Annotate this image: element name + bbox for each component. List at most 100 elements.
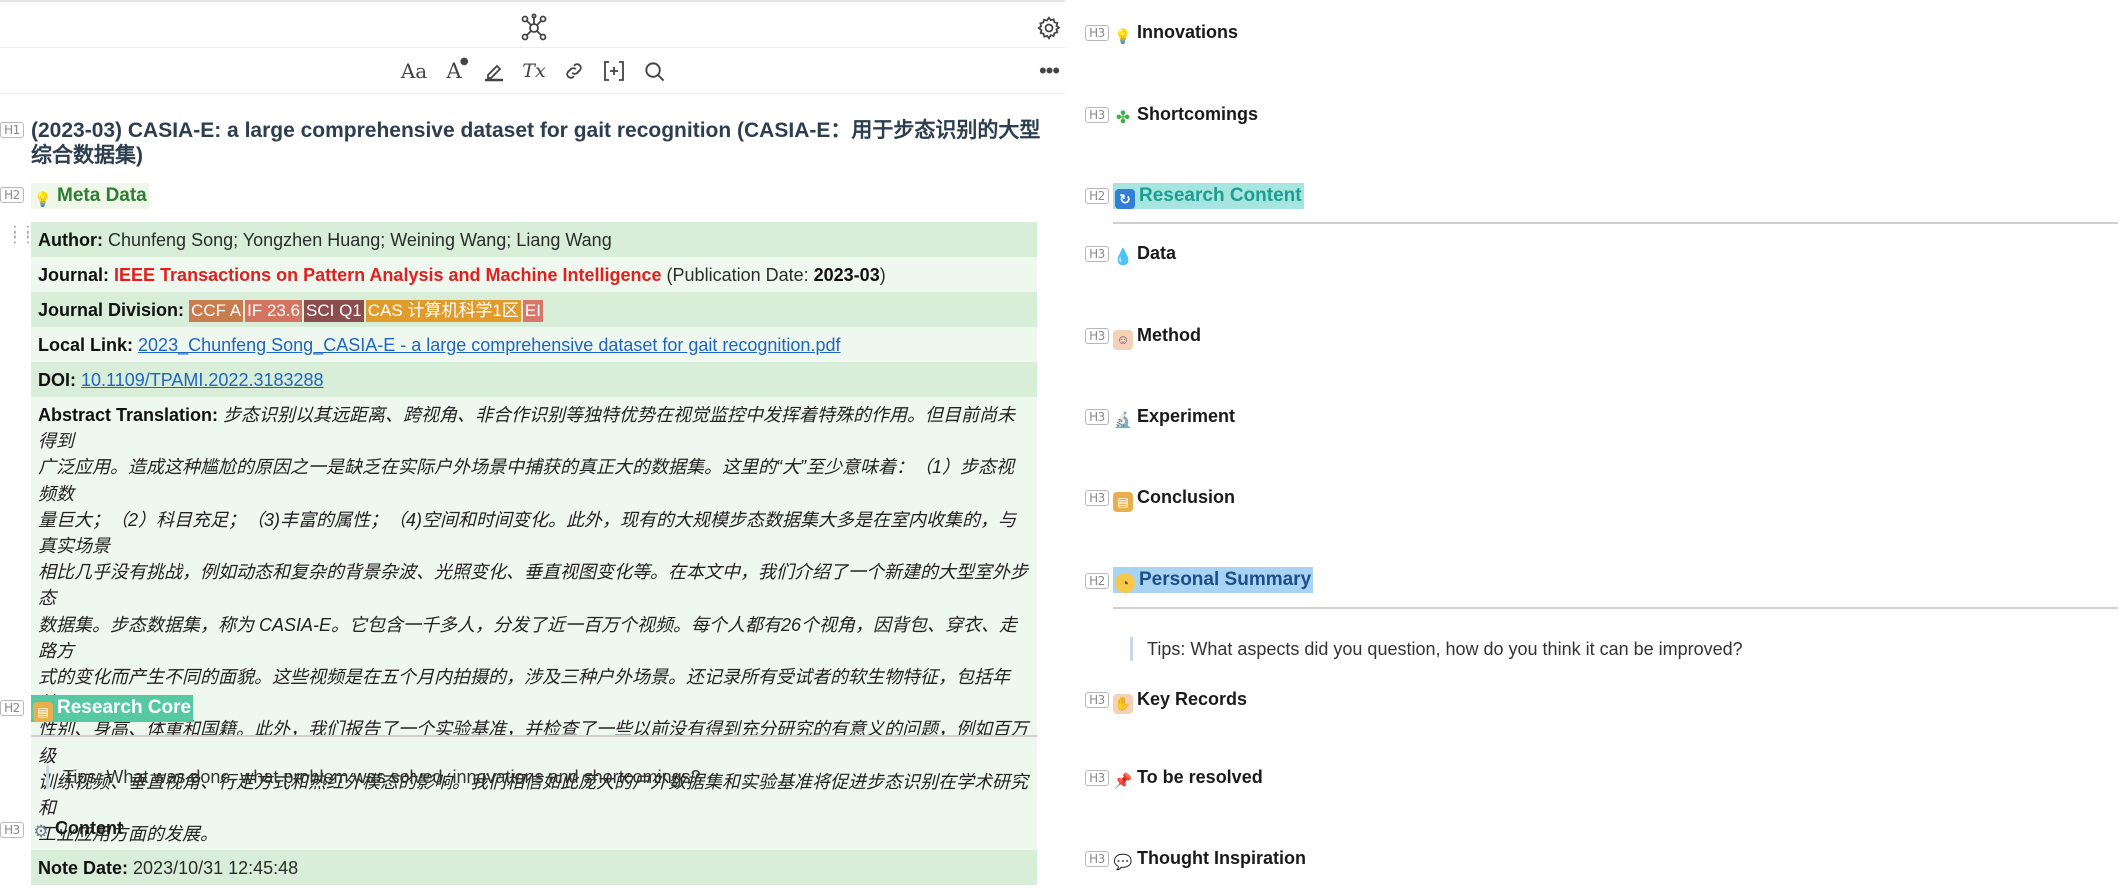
editor-top-bar <box>0 0 1065 48</box>
division-tag-ei[interactable]: EI <box>522 299 543 322</box>
gear-icon <box>1037 16 1061 40</box>
h3-tag: H3 <box>1085 770 1109 786</box>
division-tag-sci[interactable]: SCI Q1 <box>304 299 364 322</box>
innovations-heading[interactable]: 💡 Innovations <box>1113 20 1238 46</box>
raising-hand-icon: ✋ <box>1113 694 1133 714</box>
droplet-icon: 💧 <box>1113 249 1133 266</box>
research-core-tip[interactable]: Tips: What was done, what problem was so… <box>46 765 701 789</box>
journal-row: Journal: IEEE Transactions on Pattern An… <box>31 257 1037 292</box>
author-value[interactable]: Chunfeng Song; Yongzhen Huang; Weining W… <box>108 230 612 250</box>
content-heading-text: Content <box>55 818 123 838</box>
note-date-label: Note Date: <box>38 857 129 878</box>
scroll-icon: ▤ <box>1113 492 1133 512</box>
note-date-row: Note Date: 2023/10/31 12:45:48 <box>31 850 1037 886</box>
author-row: Author: Chunfeng Song; Yongzhen Huang; W… <box>31 222 1037 257</box>
more-icon: ••• <box>1038 58 1060 83</box>
division-label: Journal Division: <box>38 299 185 320</box>
pin-icon: 📌 <box>1113 773 1133 790</box>
graph-icon <box>521 13 547 41</box>
h3-tag: H3 <box>1085 246 1109 262</box>
h2-tag: H2 <box>1085 573 1109 589</box>
lightbulb-icon: 💡 <box>1114 28 1132 44</box>
h3-tag: H3 <box>1085 328 1109 344</box>
local-link-label: Local Link: <box>38 334 134 355</box>
clear-format-button[interactable]: Tx <box>518 55 550 87</box>
journal-label: Journal: <box>38 264 110 285</box>
gear-icon: ⚙ <box>33 822 49 841</box>
abstract-label: Abstract Translation: <box>38 405 219 425</box>
font-color-icon: A ● <box>446 56 469 83</box>
document-title[interactable]: (2023-03) CASIA-E: a large comprehensive… <box>31 118 1041 168</box>
font-size-button[interactable]: Aa <box>398 55 430 87</box>
search-icon <box>644 61 664 81</box>
abstract-line: 广泛应用。造成这种尴尬的原因之一是缺乏在实际户外场景中捕获的真正大的数据集。这里… <box>38 457 1014 504</box>
section-divider <box>1113 607 2118 609</box>
abstract-line: 相比几乎没有挑战，例如动态和复杂的背景杂波、光照变化、垂直视图变化等。在本文中，… <box>38 562 1028 609</box>
editor-right-pane: H3 💡 Innovations H3 ✤ Shortcomings H2 ↻ Res… <box>1065 0 2123 893</box>
h2-tag: H2 <box>0 700 24 716</box>
graph-view-button[interactable] <box>518 12 550 44</box>
shortcomings-heading-text: Shortcomings <box>1137 104 1259 124</box>
speech-bubble-icon: 💬 <box>1113 854 1133 871</box>
highlight-button[interactable] <box>478 55 510 87</box>
font-color-button[interactable]: A ● <box>438 55 470 87</box>
section-divider <box>1113 222 2118 224</box>
research-content-heading-text: Research Content <box>1139 185 1302 206</box>
local-link-value[interactable]: 2023_Chunfeng Song_CASIA-E - a large com… <box>138 335 840 355</box>
refresh-icon: ↻ <box>1115 189 1135 209</box>
highlight-icon <box>485 64 503 82</box>
note-date-value[interactable]: 2023/10/31 12:45:48 <box>133 858 298 878</box>
meta-data-heading[interactable]: 💡 Meta Data <box>31 183 149 209</box>
personal-summary-heading[interactable]: ◔ Personal Summary <box>1113 567 1314 593</box>
data-heading[interactable]: 💧 Data <box>1113 241 1176 268</box>
shortcomings-heading[interactable]: ✤ Shortcomings <box>1113 102 1258 128</box>
conclusion-heading[interactable]: ▤ Conclusion <box>1113 485 1235 512</box>
clear-format-icon: Tx <box>522 60 546 82</box>
thought-inspiration-heading[interactable]: 💬 Thought Inspiration <box>1113 846 1306 873</box>
h3-tag: H3 <box>1085 107 1109 123</box>
personal-summary-tip[interactable]: Tips: What aspects did you question, how… <box>1130 637 1743 661</box>
link-icon <box>566 63 582 79</box>
abstract-line: 量巨大；（2）科目充足；（3)丰富的属性；（4)空间和时间变化。此外，现有的大规… <box>38 509 1017 557</box>
h3-tag: H3 <box>1085 25 1109 41</box>
author-label: Author: <box>38 229 103 250</box>
settings-button[interactable] <box>1033 12 1065 44</box>
journal-value[interactable]: IEEE Transactions on Pattern Analysis an… <box>114 265 662 285</box>
experiment-heading[interactable]: 🔬 Experiment <box>1113 404 1235 431</box>
h3-tag: H3 <box>1085 409 1109 425</box>
content-heading[interactable]: ⚙ Content <box>31 816 123 842</box>
h3-tag: H3 <box>0 822 24 838</box>
innovations-heading-text: Innovations <box>1137 22 1239 42</box>
division-tag-cas[interactable]: CAS 计算机科学1区 <box>365 299 521 322</box>
method-heading[interactable]: ☺ Method <box>1113 323 1201 350</box>
local-link-row: Local Link: 2023_Chunfeng Song_CASIA-E -… <box>31 327 1037 362</box>
key-records-heading[interactable]: ✋ Key Records <box>1113 687 1247 714</box>
method-heading-text: Method <box>1137 325 1201 345</box>
division-tag-if[interactable]: IF 23.6 <box>245 299 303 322</box>
division-tag-ccf[interactable]: CCF A <box>189 299 244 322</box>
abstract-line: 数据集。步态数据集，称为 CASIA-E。它包含一千多人，分发了近一百万个视频。… <box>38 614 1018 661</box>
data-heading-text: Data <box>1137 243 1177 263</box>
scroll-icon: ▤ <box>33 702 53 722</box>
research-content-heading[interactable]: ↻ Research Content <box>1113 183 1304 209</box>
thought-inspiration-heading-text: Thought Inspiration <box>1137 848 1306 868</box>
insert-block-icon <box>604 61 624 81</box>
format-toolbar: Aa A ● Tx ••• <box>0 48 1065 94</box>
puzzle-icon: ✤ <box>1115 108 1131 127</box>
conclusion-heading-text: Conclusion <box>1137 487 1235 507</box>
to-be-resolved-heading[interactable]: 📌 To be resolved <box>1113 765 1263 792</box>
personal-summary-heading-text: Personal Summary <box>1139 569 1312 590</box>
link-button[interactable] <box>558 55 590 87</box>
pubdate-suffix: ) <box>879 264 886 285</box>
pubdate-prefix: (Publication Date: <box>666 264 809 285</box>
search-button[interactable] <box>638 55 670 87</box>
microscope-icon: 🔬 <box>1113 412 1133 429</box>
thinking-face-icon: ◔ <box>1115 573 1135 593</box>
research-core-heading[interactable]: ▤ Research Core <box>31 695 194 722</box>
h3-tag: H3 <box>1085 851 1109 867</box>
pubdate-value: 2023-03 <box>813 264 880 285</box>
doi-link[interactable]: 10.1109/TPAMI.2022.3183288 <box>81 370 324 390</box>
more-button[interactable]: ••• <box>1033 55 1065 87</box>
lightbulb-icon: 💡 <box>34 191 52 207</box>
insert-block-button[interactable] <box>598 55 630 87</box>
